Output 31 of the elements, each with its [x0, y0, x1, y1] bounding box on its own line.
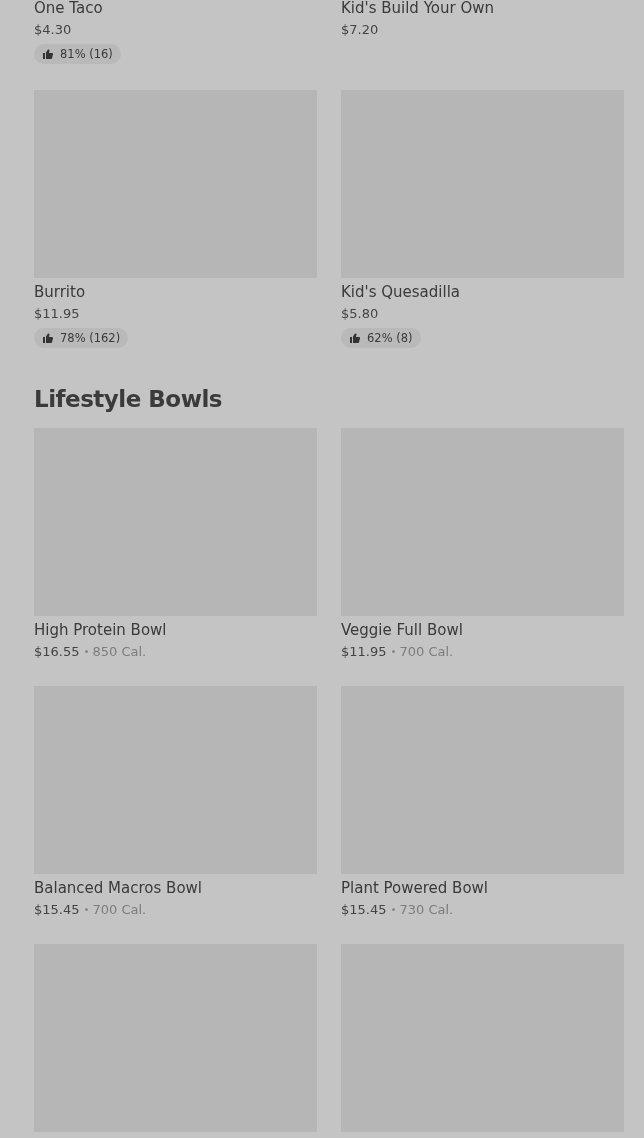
item-name[interactable]: Veggie Full Bowl [341, 620, 624, 640]
item-name[interactable]: Plant Powered Bowl [341, 878, 624, 898]
thumbs-up-icon [349, 332, 361, 344]
item-name[interactable]: High Protein Bowl [34, 620, 317, 640]
item-calories: 700 Cal. [92, 901, 147, 918]
item-price: $15.45 [34, 901, 80, 918]
item-price: $5.80 [341, 305, 379, 322]
separator-dot [84, 650, 88, 653]
section-heading: Lifestyle Bowls [34, 386, 223, 412]
item-calories: 700 Cal. [399, 643, 454, 660]
item-price: $11.95 [34, 305, 80, 322]
item-price: $11.95 [341, 643, 387, 660]
rating-text: 81% (16) [60, 47, 113, 61]
rating-text: 62% (8) [367, 331, 413, 345]
separator-dot [84, 908, 88, 911]
separator-dot [391, 908, 395, 911]
rating-text: 78% (162) [60, 331, 121, 345]
item-price: $4.30 [34, 21, 72, 38]
item-price: $7.20 [341, 21, 379, 38]
thumbs-up-icon [42, 48, 54, 60]
item-name[interactable]: Kid's Build Your Own [341, 0, 624, 18]
item-name[interactable]: One Taco [34, 0, 317, 18]
item-name[interactable]: Balanced Macros Bowl [34, 878, 317, 898]
thumbs-up-icon [42, 332, 54, 344]
item-calories: 730 Cal. [399, 901, 454, 918]
item-calories: 850 Cal. [92, 643, 147, 660]
item-name[interactable]: Kid's Quesadilla [341, 282, 624, 302]
item-name[interactable]: Burrito [34, 282, 317, 302]
separator-dot [391, 650, 395, 653]
item-price: $16.55 [34, 643, 80, 660]
item-price: $15.45 [341, 901, 387, 918]
